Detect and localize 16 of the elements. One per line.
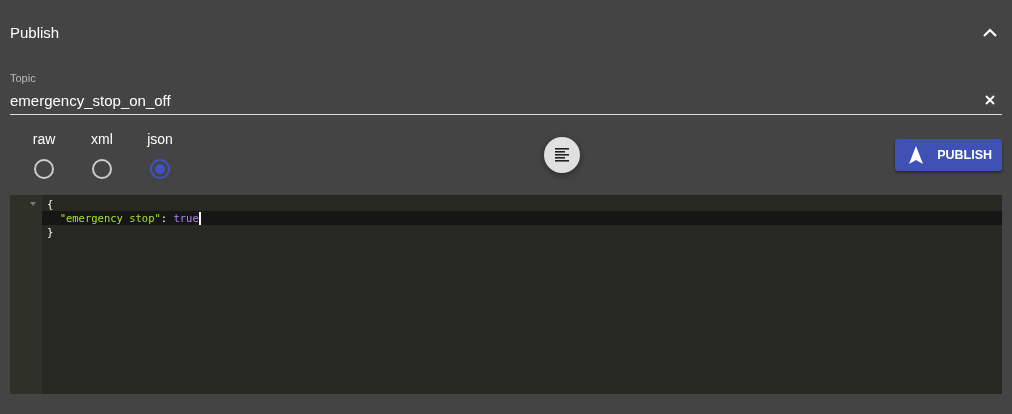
panel-title: Publish — [10, 24, 60, 41]
code-line: { — [46, 197, 55, 211]
chevron-up-icon — [983, 28, 997, 37]
format-button[interactable] — [543, 137, 580, 173]
align-left-icon — [553, 147, 570, 163]
format-label: json — [147, 131, 173, 147]
topic-label: Topic — [10, 72, 36, 84]
radio-button[interactable] — [150, 159, 170, 179]
format-label: xml — [91, 131, 113, 147]
format-label: raw — [32, 131, 56, 147]
code-editor[interactable]: { "emergency stop": true } — [10, 195, 1002, 394]
fold-icon[interactable] — [30, 202, 36, 206]
navigation-icon — [909, 146, 924, 164]
code-line: } — [46, 225, 55, 239]
topic-field[interactable]: emergency_stop_on_off — [10, 91, 978, 109]
publish-button[interactable]: PUBLISH — [895, 139, 1002, 171]
